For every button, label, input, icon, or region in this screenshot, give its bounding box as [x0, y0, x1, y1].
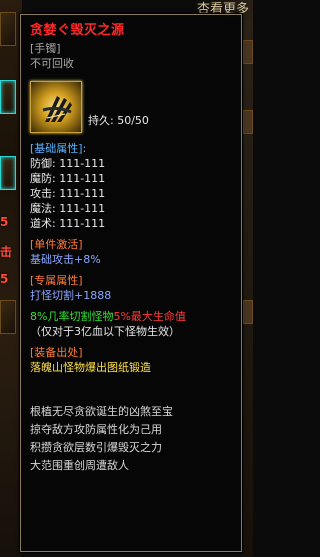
- description-line: 大范围重创周遭敌人: [30, 459, 129, 472]
- scene-tile: [243, 40, 253, 64]
- inventory-slot[interactable]: [0, 300, 16, 334]
- durability-label: 持久:: [88, 114, 114, 127]
- inventory-slot[interactable]: [0, 156, 16, 190]
- attribute-row: 道术: 111-111: [30, 216, 241, 231]
- durability: 持久: 50/50: [88, 113, 149, 128]
- scene-red-mark: 5: [0, 272, 9, 286]
- description-line: 根植无尽贪欲诞生的凶煞至宝: [30, 405, 173, 418]
- item-tooltip: 贪婪ぐ毁灭之源 [手镯] 不可回收 持久: 50/50 [基础属性]: 防御: …: [20, 14, 242, 552]
- attribute-label: 道术:: [30, 217, 56, 230]
- durability-value: 50/50: [117, 114, 149, 127]
- claw-bracelet-icon: [30, 81, 82, 133]
- scene-tile: [243, 300, 253, 324]
- attribute-value: 111-111: [59, 202, 106, 215]
- special-effect-chance: 8%几率切割怪物: [30, 310, 114, 323]
- scene-tile: [243, 110, 253, 134]
- inventory-slot[interactable]: [0, 80, 16, 114]
- exclusive-text: 打怪切割+1888: [30, 289, 112, 302]
- source-header: [装备出处]: [30, 346, 83, 359]
- item-description: 根植无尽贪欲诞生的凶煞至宝 掠夺敌方攻防属性化为己用 积攒贪欲层数引爆毁灭之力 …: [30, 403, 241, 475]
- attribute-value: 111-111: [59, 157, 106, 170]
- attribute-label: 魔防:: [30, 172, 56, 185]
- attribute-label: 攻击:: [30, 187, 56, 200]
- scene-red-mark: 击: [0, 245, 13, 259]
- item-bind-status: 不可回收: [30, 57, 74, 70]
- item-type: [手镯]: [30, 42, 61, 55]
- attribute-row: 魔防: 111-111: [30, 171, 241, 186]
- special-effect-damage: 5%最大生命值: [113, 310, 186, 323]
- attribute-row: 防御: 111-111: [30, 156, 241, 171]
- attribute-label: 防御:: [30, 157, 56, 170]
- base-attributes-header: [基础属性]:: [30, 142, 87, 155]
- inventory-slot[interactable]: [0, 12, 16, 46]
- item-name: 贪婪ぐ毁灭之源: [30, 23, 125, 38]
- scene-red-mark: 5: [0, 215, 9, 229]
- source-text: 落魄山怪物爆出图纸锻造: [30, 361, 151, 374]
- activation-header: [单件激活]: [30, 238, 83, 251]
- description-line: 掠夺敌方攻防属性化为己用: [30, 423, 162, 436]
- item-icon-row: 持久: 50/50: [30, 75, 241, 141]
- exclusive-header: [专属属性]: [30, 274, 83, 287]
- description-line: 积攒贪欲层数引爆毁灭之力: [30, 441, 162, 454]
- attribute-row: 攻击: 111-111: [30, 186, 241, 201]
- activation-text: 基础攻击+8%: [30, 253, 101, 266]
- attribute-row: 魔法: 111-111: [30, 201, 241, 216]
- attribute-label: 魔法:: [30, 202, 56, 215]
- special-effect: 8%几率切割怪物5%最大生命值: [30, 309, 241, 324]
- game-scene-right-edge: [241, 20, 253, 557]
- special-effect-condition: （仅对于3亿血以下怪物生效）: [30, 325, 180, 338]
- attribute-value: 111-111: [59, 217, 106, 230]
- attribute-value: 111-111: [59, 187, 106, 200]
- attribute-value: 111-111: [59, 172, 106, 185]
